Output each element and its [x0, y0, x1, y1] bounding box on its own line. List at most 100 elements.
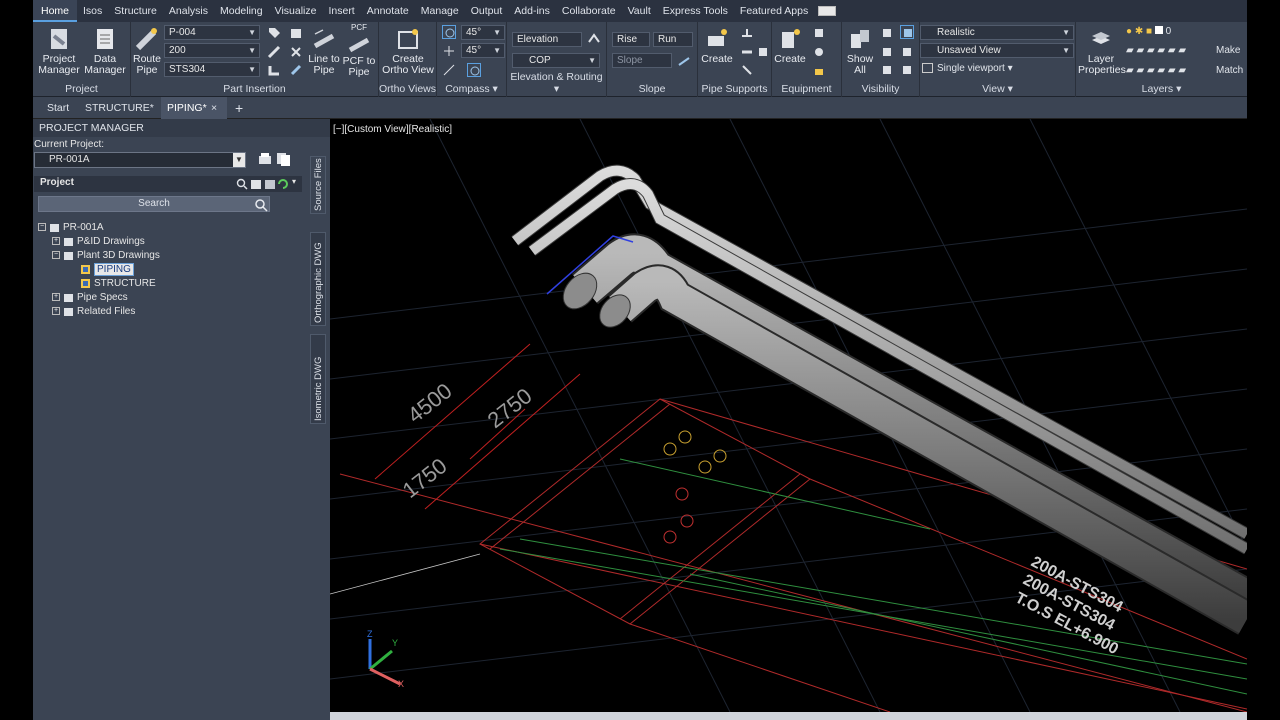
line-number-dropdown[interactable]: P-004 ▼ — [164, 25, 260, 40]
equipment-nozzle-icon[interactable] — [812, 45, 826, 59]
pcf-to-pipe-button[interactable]: PCF PCF to Pipe — [342, 22, 376, 78]
fitting-icon[interactable] — [289, 63, 303, 77]
show-selected-icon[interactable] — [900, 45, 914, 59]
copy-icon[interactable] — [275, 151, 293, 167]
refresh-icon[interactable] — [277, 178, 289, 190]
tab-add-ins[interactable]: Add-ins — [508, 0, 556, 22]
expand-icon[interactable]: + — [52, 237, 60, 246]
expand-icon[interactable]: + — [52, 293, 60, 302]
size-dropdown[interactable]: 200 ▼ — [164, 43, 260, 58]
tab-annotate[interactable]: Annotate — [361, 0, 415, 22]
search-input[interactable]: Search — [38, 196, 270, 212]
spec-dropdown[interactable]: STS304 ▼ — [164, 62, 260, 77]
support-attach-icon[interactable] — [740, 45, 754, 59]
data-manager-button[interactable]: Data Manager — [83, 26, 127, 76]
elbow-icon[interactable] — [267, 63, 281, 77]
compass-snap-icon[interactable] — [442, 44, 456, 58]
current-layer-dropdown[interactable]: ● ✱ ■ 0 — [1126, 26, 1171, 37]
search-icon[interactable] — [236, 178, 248, 190]
drawing-viewport[interactable]: [−][Custom View][Realistic] 4500 2750 17… — [330, 119, 1247, 712]
tab-visualize[interactable]: Visualize — [269, 0, 323, 22]
tag-icon[interactable] — [267, 26, 281, 40]
hide-icon[interactable] — [880, 63, 894, 77]
tab-insert[interactable]: Insert — [322, 0, 360, 22]
collapse-icon[interactable]: − — [38, 223, 46, 232]
tree-node-piping[interactable]: PIPING — [80, 263, 134, 277]
visual-style-dropdown[interactable]: Realistic ▼ — [920, 25, 1074, 40]
doc-tab-start[interactable]: Start — [41, 97, 75, 119]
tab-express-tools[interactable]: Express Tools — [657, 0, 734, 22]
tab-home[interactable]: Home — [33, 0, 78, 22]
compass-angle1-dropdown[interactable]: 45° ▼ — [461, 25, 505, 40]
pipe-support-create-button[interactable]: Create — [700, 26, 734, 65]
show-all-button[interactable]: Show All — [844, 26, 876, 76]
tab-isos[interactable]: Isos — [77, 0, 108, 22]
valve-icon[interactable] — [289, 26, 303, 40]
side-tab-isometric-dwg[interactable]: Isometric DWG — [310, 334, 326, 424]
collapse-icon[interactable]: − — [52, 251, 60, 260]
model-canvas[interactable]: 4500 2750 1750 200A-STS304 200A-STS304 T… — [330, 119, 1247, 712]
slope-field[interactable]: Slope — [612, 53, 672, 68]
hide-others-icon[interactable] — [880, 45, 894, 59]
support-delete-icon[interactable] — [740, 63, 754, 77]
side-tab-source-files[interactable]: Source Files — [310, 156, 326, 214]
tab-structure[interactable]: Structure — [108, 0, 163, 22]
project-manager-button[interactable]: Project Manager — [37, 26, 81, 76]
cop-dropdown[interactable]: COP ▼ — [512, 53, 600, 68]
slope-toggle-icon[interactable] — [677, 54, 691, 68]
line-to-pipe-button[interactable]: Line to Pipe — [307, 26, 341, 76]
search-icon[interactable] — [254, 198, 268, 212]
new-tab-button[interactable]: + — [229, 97, 249, 119]
create-ortho-view-button[interactable]: Create Ortho View — [381, 26, 435, 76]
tab-output[interactable]: Output — [465, 0, 509, 22]
tree-node-related-files[interactable]: + Related Files — [52, 305, 135, 319]
named-view-dropdown[interactable]: Unsaved View ▼ — [920, 43, 1074, 58]
properties-icon[interactable] — [250, 178, 262, 190]
rise-field[interactable]: Rise — [612, 32, 650, 47]
tab-collaborate[interactable]: Collaborate — [556, 0, 622, 22]
viewport-config-dropdown[interactable]: Single viewport ▾ — [922, 63, 1013, 74]
tab-featured-apps[interactable]: Featured Apps — [734, 0, 814, 22]
flange-icon[interactable] — [289, 45, 303, 59]
print-icon[interactable] — [257, 151, 273, 167]
doc-tab-structure[interactable]: STRUCTURE* — [79, 97, 160, 119]
expand-icon[interactable]: + — [52, 307, 60, 316]
equipment-lock-icon[interactable] — [812, 63, 826, 77]
ribbon-minimize-icon[interactable] — [818, 6, 837, 16]
tree-node-pr-001a[interactable]: − PR-001A — [38, 221, 104, 235]
tree-node-pid-drawings[interactable]: + P&ID Drawings — [52, 235, 145, 249]
elevation-field[interactable]: Elevation — [512, 32, 582, 47]
compass-toggle-icon[interactable] — [442, 25, 456, 39]
settings-icon[interactable] — [264, 178, 276, 190]
tab-manage[interactable]: Manage — [415, 0, 465, 22]
tree-node-plant-3d-drawings[interactable]: − Plant 3D Drawings — [52, 249, 160, 263]
isolate-icon[interactable] — [900, 25, 914, 39]
viewport-controls-label[interactable]: [−][Custom View][Realistic] — [333, 124, 452, 135]
tab-vault[interactable]: Vault — [622, 0, 657, 22]
support-edit-icon[interactable] — [740, 26, 754, 40]
tab-analysis[interactable]: Analysis — [163, 0, 214, 22]
equipment-create-button[interactable]: Create — [773, 26, 807, 65]
route-pipe-button[interactable]: Route Pipe — [132, 26, 162, 76]
tab-modeling[interactable]: Modeling — [214, 0, 269, 22]
compass-angle2-dropdown[interactable]: 45° ▼ — [461, 43, 505, 58]
make-current-button[interactable]: Make — [1216, 45, 1240, 56]
doc-tab-close-icon[interactable]: × — [205, 97, 223, 119]
equipment-modify-icon[interactable] — [812, 26, 826, 40]
tree-node-pipe-specs[interactable]: + Pipe Specs — [52, 291, 128, 305]
show-icon[interactable] — [900, 63, 914, 77]
compass-angle-icon[interactable] — [442, 63, 456, 77]
hide-selected-icon[interactable] — [880, 26, 894, 40]
compass-circle-icon[interactable] — [467, 63, 481, 77]
pipe-fitting-icon[interactable] — [267, 45, 281, 59]
elevation-icon[interactable] — [587, 32, 601, 46]
horizontal-scrollbar[interactable] — [330, 712, 1247, 720]
chevron-down-icon[interactable]: ▾ — [292, 177, 296, 186]
layer-properties-button[interactable]: Layer Properties — [1078, 26, 1126, 76]
run-field[interactable]: Run — [653, 32, 693, 47]
current-project-dropdown[interactable]: PR-001A ▼ — [34, 152, 246, 168]
support-modify-icon[interactable] — [756, 45, 770, 59]
match-layer-button[interactable]: Match — [1216, 65, 1243, 76]
tree-node-structure[interactable]: STRUCTURE — [80, 277, 156, 291]
side-tab-orthographic-dwg[interactable]: Orthographic DWG — [310, 232, 326, 326]
